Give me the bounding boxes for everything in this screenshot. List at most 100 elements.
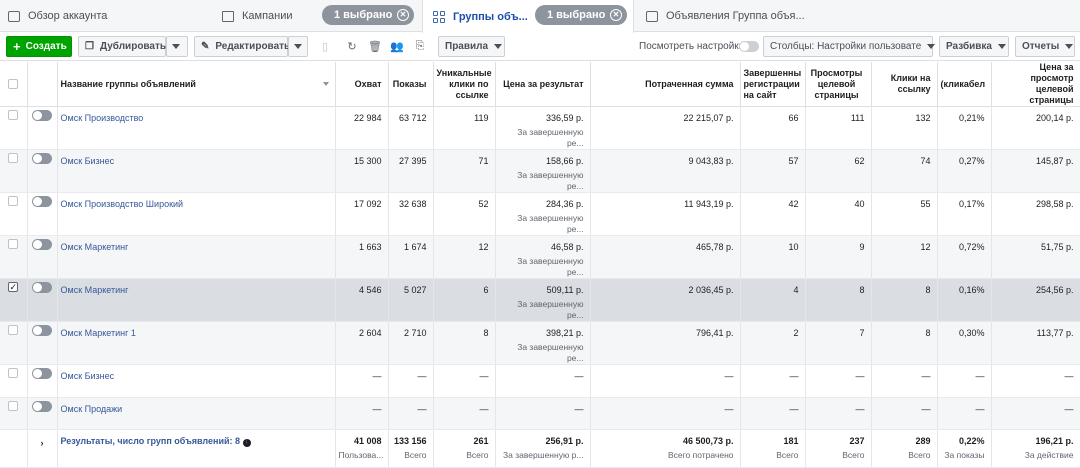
adset-name-link[interactable]: Омск Производство Широкий (61, 199, 184, 209)
row-checkbox[interactable] (8, 239, 19, 249)
column-header-impressions[interactable]: Показы (388, 62, 434, 107)
status-toggle[interactable] (32, 239, 52, 250)
table-row[interactable]: Омск Бизнес 15 300 27 395 71 158,66 р. За зав… (0, 149, 1080, 193)
adset-name-link[interactable]: Омск Маркетинг (61, 285, 129, 295)
status-toggle[interactable] (32, 196, 52, 207)
column-header-cost-per-result[interactable]: Цена за результат (495, 62, 591, 107)
campaigns-selected-badge[interactable]: 1 выбрано ✕ (322, 5, 414, 25)
row-toggle-cell[interactable] (27, 397, 58, 430)
status-toggle[interactable] (32, 110, 52, 121)
row-checkbox[interactable] (8, 110, 19, 120)
rules-button[interactable]: Правила (438, 36, 505, 57)
adset-name-cell[interactable]: Омск Маркетинг 1 (57, 321, 336, 365)
status-toggle[interactable] (32, 325, 52, 336)
row-checkbox[interactable] (8, 400, 19, 411)
adset-name-cell[interactable]: Омск Бизнес (57, 149, 336, 193)
select-all-cell[interactable] (0, 62, 28, 107)
adset-name-link[interactable]: Омск Производство (61, 113, 144, 123)
table-row[interactable]: ✓ Омск Маркетинг 4 546 5 027 6 509,11 р. За за… (0, 278, 1080, 322)
adset-name-cell[interactable]: Омск Маркетинг (57, 278, 336, 322)
tab-ads[interactable]: Объявления Группа объя... (646, 0, 805, 32)
row-checkbox-cell[interactable] (0, 192, 28, 236)
column-header-name[interactable]: Название группы объявлений (57, 62, 336, 107)
chevron-right-icon[interactable]: › (41, 438, 44, 449)
clear-selection-icon[interactable]: ✕ (610, 9, 622, 21)
row-checkbox-cell[interactable]: ✓ (0, 278, 28, 322)
column-header-unique-clicks[interactable]: Уникальные клики по ссылке (433, 62, 496, 107)
archive-icon[interactable]: ▯ (315, 36, 335, 57)
view-settings-toggle[interactable] (739, 41, 759, 52)
adset-name-link[interactable]: Омск Бизнес (61, 371, 115, 381)
row-checkbox-cell[interactable] (0, 149, 28, 193)
column-header-registrations[interactable]: Завершенны регистрации на сайт (740, 62, 806, 107)
account-overview-icon (8, 10, 20, 22)
adset-name-cell[interactable]: Омск Продажи (57, 397, 336, 430)
columns-button[interactable]: Столбцы: Настройки пользовате (763, 36, 936, 57)
reports-button[interactable]: Отчеты (1015, 36, 1075, 57)
adset-name-cell[interactable]: Омск Производство Широкий (57, 192, 336, 236)
status-toggle[interactable] (32, 368, 52, 379)
table-row[interactable]: Омск Производство 22 984 63 712 119 336,59 р… (0, 106, 1080, 150)
sort-icon[interactable] (322, 81, 329, 86)
row-checkbox[interactable] (8, 153, 19, 163)
row-toggle-cell[interactable] (27, 278, 58, 322)
tab-adsets-label: Группы объ... (453, 10, 528, 23)
row-toggle-cell[interactable] (27, 192, 58, 236)
table-row[interactable]: Омск Производство Широкий 17 092 32 638 52 2… (0, 192, 1080, 236)
clear-selection-icon[interactable]: ✕ (397, 9, 409, 21)
adset-name-link[interactable]: Омск Маркетинг (61, 242, 129, 252)
edit-dropdown[interactable] (288, 36, 308, 57)
row-toggle-cell[interactable] (27, 149, 58, 193)
row-checkbox-cell[interactable] (0, 397, 28, 430)
create-button[interactable]: + Создать (6, 36, 72, 57)
total-unique-clicks-cell: 261 Всего (433, 429, 496, 468)
adsets-selected-badge[interactable]: 1 выбрано ✕ (535, 5, 627, 25)
breakdown-button[interactable]: Разбивка (939, 36, 1009, 57)
row-checkbox[interactable] (8, 196, 19, 206)
duplicate-dropdown[interactable] (166, 36, 188, 57)
column-header-ctr[interactable]: (кликабел (937, 62, 992, 107)
adset-name-cell[interactable]: Омск Производство (57, 106, 336, 150)
row-checkbox-cell[interactable] (0, 235, 28, 279)
refresh-icon[interactable]: ↻ (342, 36, 362, 57)
row-toggle-cell[interactable] (27, 106, 58, 150)
table-row[interactable]: Омск Маркетинг 12 604 2 710 8 398,21 р. За з… (0, 321, 1080, 365)
table-row[interactable]: Омск Продажи — — — — — — — — — — (0, 397, 1080, 430)
row-toggle-cell[interactable] (27, 321, 58, 365)
edit-button[interactable]: ✎ Редактировать (194, 36, 290, 57)
adset-name-link[interactable]: Омск Продажи (61, 404, 123, 414)
row-checkbox-cell[interactable] (0, 364, 28, 398)
adset-name-link[interactable]: Омск Маркетинг 1 (61, 328, 136, 338)
info-icon[interactable]: i (242, 439, 251, 447)
adset-name-link[interactable]: Омск Бизнес (61, 156, 115, 166)
expand-cell[interactable]: › (27, 429, 58, 468)
preview-icon[interactable]: ⎘ (410, 36, 430, 57)
row-toggle-cell[interactable] (27, 364, 58, 398)
table-row[interactable]: Омск Маркетинг 1 663 1 674 12 46,58 р. За зав… (0, 235, 1080, 279)
status-toggle[interactable] (32, 153, 52, 164)
select-all-checkbox[interactable] (8, 79, 19, 89)
adset-name-cell[interactable]: Омск Бизнес (57, 364, 336, 398)
row-toggle-cell[interactable] (27, 235, 58, 279)
column-header-reach[interactable]: Охват (334, 62, 389, 107)
row-checkbox[interactable]: ✓ (8, 282, 19, 292)
tab-account-overview[interactable]: Обзор аккаунта (8, 0, 107, 32)
cost-per-result-value: 46,58 р. (550, 242, 584, 252)
cost-per-result-note: За завершенную ре... (517, 213, 584, 234)
row-checkbox[interactable] (8, 325, 19, 335)
cost-per-result-note: За завершенную ре... (517, 299, 584, 320)
trash-icon[interactable]: 🗑 (365, 36, 385, 57)
row-checkbox[interactable] (8, 368, 19, 378)
column-header-cost-per-landing-view[interactable]: Цена за просмотр целевой страницы (991, 62, 1080, 107)
row-checkbox-cell[interactable] (0, 321, 28, 365)
column-header-amount-spent[interactable]: Потраченная сумма (590, 62, 741, 107)
adset-name-cell[interactable]: Омск Маркетинг (57, 235, 336, 279)
row-checkbox-cell[interactable] (0, 106, 28, 150)
status-toggle[interactable] (32, 282, 52, 293)
status-toggle[interactable] (32, 400, 52, 412)
table-row[interactable]: Омск Бизнес — — — — — — — — — — (0, 364, 1080, 398)
people-icon[interactable]: 👥 (387, 36, 407, 57)
column-header-landing-views[interactable]: Просмотры целевой страницы (805, 62, 872, 107)
column-header-link-clicks[interactable]: Клики на ссылку (871, 62, 938, 107)
duplicate-button[interactable]: ❐ Дублировать (78, 36, 166, 57)
